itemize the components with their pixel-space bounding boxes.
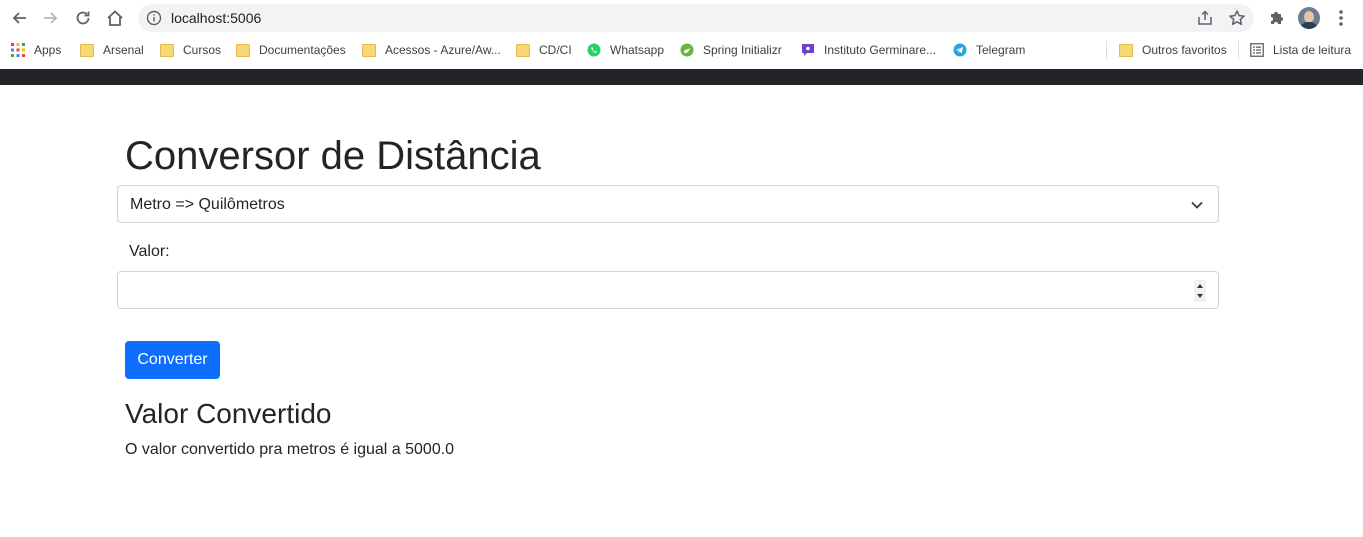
conversion-select[interactable]: Metro => Quilômetros bbox=[117, 185, 1219, 223]
bookmark-label: Documentações bbox=[259, 43, 346, 57]
bookmark-label: Outros favoritos bbox=[1142, 43, 1227, 57]
browser-menu-icon[interactable] bbox=[1334, 8, 1348, 28]
germinare-icon bbox=[801, 43, 815, 57]
bookmark-label: Whatsapp bbox=[610, 43, 665, 57]
bookmark-spring[interactable]: Spring Initializr bbox=[680, 42, 782, 58]
bookmark-label: Apps bbox=[34, 43, 62, 57]
value-number-input[interactable] bbox=[117, 271, 1219, 309]
extensions-puzzle-icon[interactable] bbox=[1268, 9, 1286, 32]
bookmark-label: CD/CI bbox=[539, 43, 572, 57]
folder-icon bbox=[516, 43, 530, 57]
convert-button[interactable]: Converter bbox=[125, 341, 220, 379]
bookmark-label: Instituto Germinare... bbox=[824, 43, 937, 57]
page-title: Conversor de Distância bbox=[125, 134, 541, 178]
result-heading: Valor Convertido bbox=[125, 398, 332, 429]
bookmark-outros-favoritos[interactable]: Outros favoritos bbox=[1119, 42, 1227, 58]
bookmark-label: Acessos - Azure/Aw... bbox=[385, 43, 501, 57]
folder-icon bbox=[160, 43, 174, 57]
reading-list-icon bbox=[1250, 43, 1264, 57]
folder-icon bbox=[236, 43, 250, 57]
bookmarks-divider bbox=[1106, 41, 1107, 59]
number-spinner-icon[interactable] bbox=[1194, 280, 1206, 302]
folder-icon bbox=[80, 43, 94, 57]
apps-grid-icon bbox=[11, 43, 25, 57]
result-text: O valor convertido pra metros é igual a … bbox=[125, 441, 455, 458]
bookmark-documentacoes[interactable]: Documentações bbox=[236, 42, 346, 58]
folder-icon bbox=[1119, 43, 1133, 57]
bookmark-star-icon[interactable] bbox=[1228, 9, 1246, 32]
reading-list[interactable]: Lista de leitura bbox=[1250, 42, 1351, 58]
address-bar[interactable]: localhost:5006 bbox=[138, 4, 1254, 32]
reload-icon[interactable] bbox=[71, 6, 95, 30]
bookmark-apps[interactable]: Apps bbox=[11, 42, 61, 58]
telegram-icon bbox=[953, 43, 967, 57]
bookmarks-divider bbox=[1238, 41, 1239, 59]
bookmark-cursos[interactable]: Cursos bbox=[160, 42, 221, 58]
bookmark-cdci[interactable]: CD/CI bbox=[516, 42, 572, 58]
bookmark-label: Arsenal bbox=[103, 43, 144, 57]
share-icon[interactable] bbox=[1196, 9, 1214, 32]
bookmark-arsenal[interactable]: Arsenal bbox=[80, 42, 144, 58]
value-label: Valor: bbox=[129, 243, 170, 260]
bookmark-label: Lista de leitura bbox=[1273, 43, 1352, 57]
bookmarks-bar: Apps Arsenal Cursos Documentações Acesso… bbox=[0, 36, 1363, 64]
forward-arrow-icon[interactable] bbox=[39, 6, 63, 30]
browser-toolbar: localhost:5006 bbox=[0, 0, 1363, 36]
site-navbar bbox=[0, 69, 1363, 85]
bookmark-label: Telegram bbox=[976, 43, 1026, 57]
folder-icon bbox=[362, 43, 376, 57]
bookmark-label: Spring Initializr bbox=[703, 43, 782, 57]
site-info-icon[interactable] bbox=[146, 10, 162, 26]
spring-icon bbox=[680, 43, 694, 57]
bookmark-acessos[interactable]: Acessos - Azure/Aw... bbox=[362, 42, 501, 58]
whatsapp-icon bbox=[587, 43, 601, 57]
url-text[interactable]: localhost:5006 bbox=[171, 10, 261, 26]
bookmark-label: Cursos bbox=[183, 43, 222, 57]
bookmark-germinare[interactable]: Instituto Germinare... bbox=[801, 42, 936, 58]
profile-avatar[interactable] bbox=[1298, 7, 1320, 29]
bookmark-whatsapp[interactable]: Whatsapp bbox=[587, 42, 664, 58]
select-value: Metro => Quilômetros bbox=[130, 196, 285, 213]
back-arrow-icon[interactable] bbox=[7, 6, 31, 30]
bookmark-telegram[interactable]: Telegram bbox=[953, 42, 1025, 58]
home-icon[interactable] bbox=[103, 6, 127, 30]
chevron-down-icon bbox=[1190, 198, 1204, 217]
